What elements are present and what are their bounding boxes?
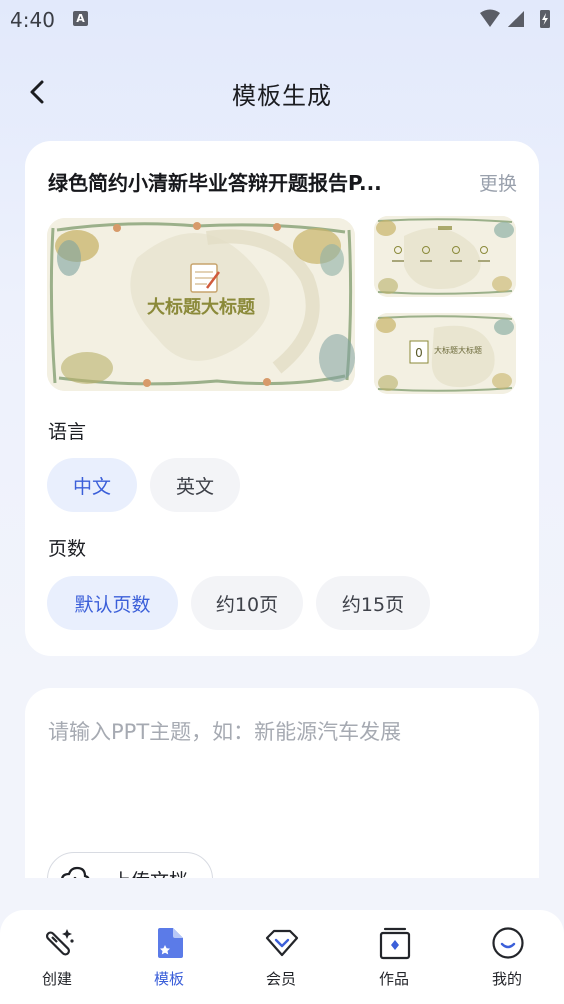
pages-option-15[interactable]: 约15页 [316, 576, 430, 630]
template-preview-main[interactable]: 大标题大标题 [47, 218, 355, 391]
language-option-english[interactable]: 英文 [150, 458, 240, 512]
bottom-tab-bar: 创建 模板 会员 作品 我的 [0, 910, 564, 1004]
preview-title: 大标题大标题 [147, 297, 255, 318]
tab-membership[interactable]: 会员 [225, 910, 337, 1004]
topic-input[interactable]: 请输入PPT主题，如：新能源汽车发展 [48, 716, 401, 746]
template-name: 绿色简约小清新毕业答辩开题报告P... [48, 171, 382, 195]
magic-wand-icon [45, 929, 74, 956]
cloud-upload-icon [61, 866, 90, 878]
tab-label: 创建 [41, 970, 72, 988]
page-title: 模板生成 [232, 82, 332, 110]
diamond-icon [265, 929, 299, 957]
template-card: 绿色简约小清新毕业答辩开题报告P... 更换 大标题大标题 0 大标题大标题 语… [25, 141, 539, 656]
floral-decoration [374, 216, 516, 297]
upload-document-label: 上传文档 [112, 866, 188, 878]
topic-input-card[interactable]: 请输入PPT主题，如：新能源汽车发展 上传文档 [25, 688, 539, 878]
tab-template[interactable]: 模板 [113, 910, 225, 1004]
nav-bar: 模板生成 [0, 60, 564, 124]
preview-section-number: 0 [415, 346, 423, 360]
tab-label: 会员 [265, 970, 296, 988]
tab-create[interactable]: 创建 [1, 910, 113, 1004]
preview-small-title: 大标题大标题 [434, 346, 482, 355]
status-time: 4:40 [10, 8, 55, 32]
status-bar: 4:40 A [0, 0, 564, 40]
tab-label: 模板 [153, 970, 184, 988]
language-label: 语言 [48, 421, 87, 443]
change-template-button[interactable]: 更换 [479, 169, 517, 196]
status-icons [480, 9, 550, 28]
wifi-icon [480, 9, 500, 27]
language-option-chinese[interactable]: 中文 [47, 458, 137, 512]
pages-option-10[interactable]: 约10页 [191, 576, 303, 630]
notification-icon: A [73, 11, 88, 26]
pages-label: 页数 [48, 538, 87, 560]
smile-icon [492, 927, 524, 959]
tab-label: 我的 [491, 970, 522, 988]
tab-label: 作品 [378, 970, 409, 988]
works-icon [379, 927, 411, 960]
tab-works[interactable]: 作品 [338, 910, 450, 1004]
tab-mine[interactable]: 我的 [451, 910, 563, 1004]
upload-document-button[interactable]: 上传文档 [47, 852, 213, 878]
template-preview-contents[interactable] [374, 216, 516, 297]
pages-option-default[interactable]: 默认页数 [47, 576, 178, 630]
template-preview-section[interactable]: 0 大标题大标题 [374, 313, 516, 394]
template-icon [158, 928, 183, 958]
